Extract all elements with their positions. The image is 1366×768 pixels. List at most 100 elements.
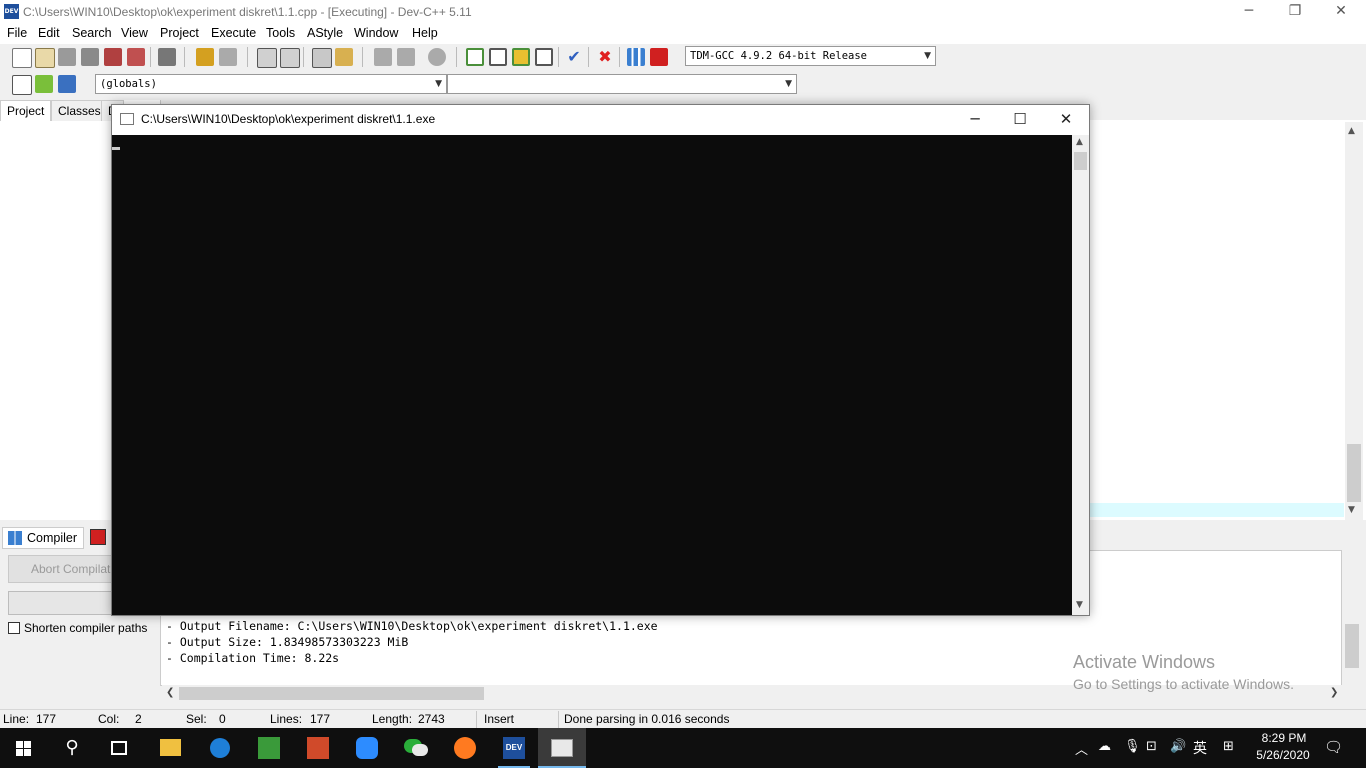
menu-tools[interactable]: Tools	[266, 26, 295, 40]
devcpp-taskbar-icon[interactable]: DEV	[490, 728, 538, 768]
minimize-button[interactable]: ─	[1226, 0, 1272, 24]
console-output[interactable]	[112, 135, 1072, 615]
ime-language[interactable]: 英	[1193, 738, 1207, 758]
compile-icon[interactable]	[374, 48, 392, 66]
console-minimize-button[interactable]: ─	[952, 105, 998, 135]
undo-icon[interactable]	[196, 48, 214, 66]
grid-icon[interactable]	[535, 48, 553, 66]
menu-edit[interactable]: Edit	[38, 26, 60, 40]
powerpoint-icon[interactable]	[294, 728, 342, 768]
resources-icon[interactable]	[90, 529, 106, 545]
stop-icon[interactable]: ✖	[596, 48, 614, 66]
notifications-icon[interactable]: 🗨	[1324, 738, 1343, 756]
tab-classes[interactable]: Classes	[51, 100, 108, 121]
goto-line-icon[interactable]	[428, 48, 446, 66]
start-button[interactable]	[0, 728, 48, 768]
compiler-select[interactable]: TDM-GCC 4.9.2 64-bit Release ▼	[685, 46, 936, 66]
menu-project[interactable]: Project	[160, 26, 199, 40]
menu-window[interactable]: Window	[354, 26, 398, 40]
menu-help[interactable]: Help	[412, 26, 438, 40]
scroll-down-icon[interactable]: ▼	[1348, 505, 1355, 515]
onedrive-icon[interactable]: ☁	[1098, 739, 1111, 754]
redo-icon[interactable]	[219, 48, 237, 66]
console-close-button[interactable]: ✕	[1043, 105, 1089, 135]
console-window[interactable]: C:\Users\WIN10\Desktop\ok\experiment dis…	[111, 104, 1090, 616]
save-icon[interactable]	[58, 48, 76, 66]
find-icon[interactable]	[257, 48, 277, 68]
toolbar-divider	[558, 47, 559, 67]
status-col-value: 2	[135, 712, 142, 726]
search-icon[interactable]: ⚲	[48, 728, 96, 768]
console-taskbar-icon[interactable]	[538, 728, 586, 768]
tab-project[interactable]: Project	[0, 100, 52, 121]
shorten-paths-label: Shorten compiler paths	[24, 621, 148, 635]
menu-search[interactable]: Search	[72, 26, 112, 40]
scope-select-value: (globals)	[100, 78, 157, 90]
menu-execute[interactable]: Execute	[211, 26, 256, 40]
unindent-icon[interactable]	[335, 48, 353, 66]
open-file-icon[interactable]	[35, 48, 55, 68]
project-options-icon[interactable]	[58, 75, 76, 93]
scope-select[interactable]: (globals) ▼	[95, 74, 447, 94]
status-col-label: Col:	[98, 712, 120, 726]
status-length-value: 2743	[418, 712, 445, 726]
toolbar-divider	[184, 47, 185, 67]
shorten-paths-checkbox[interactable]	[8, 622, 20, 634]
replace-icon[interactable]	[280, 48, 300, 68]
log-vscroll-thumb[interactable]	[1345, 624, 1359, 668]
console-scrollbar-thumb[interactable]	[1074, 152, 1087, 170]
close-button[interactable]: ✕	[1318, 0, 1364, 24]
menu-file[interactable]: File	[7, 26, 27, 40]
function-select[interactable]: ▼	[447, 74, 797, 94]
rebuild-icon[interactable]	[489, 48, 507, 66]
tab-compiler-label: Compiler	[27, 531, 78, 545]
scroll-right-icon[interactable]: ❯	[1330, 687, 1338, 698]
save-all-icon[interactable]	[81, 48, 99, 66]
wechat-icon[interactable]	[392, 728, 440, 768]
editor-scrollbar-thumb[interactable]	[1347, 444, 1361, 502]
clock-time[interactable]: 8:29 PM	[1256, 731, 1312, 745]
close-file-icon[interactable]	[104, 48, 122, 66]
run-icon[interactable]	[397, 48, 415, 66]
chevron-up-icon[interactable]: ︿	[1075, 739, 1088, 758]
microphone-icon[interactable]: 🎙	[1124, 739, 1141, 754]
scroll-left-icon[interactable]: ❮	[166, 687, 174, 698]
taskbar: ⚲ DEV ︿ ☁ 🎙 ⊡ 🔊 英 ⊞ 8:29 PM 5/26/2020 🗨	[0, 728, 1366, 768]
compiler-grid-icon	[8, 531, 22, 545]
window-title: C:\Users\WIN10\Desktop\ok\experiment dis…	[23, 5, 472, 19]
scroll-up-icon[interactable]: ▲	[1348, 126, 1355, 136]
firefox-icon[interactable]	[441, 728, 489, 768]
remove-from-project-icon[interactable]	[35, 75, 53, 93]
close-all-icon[interactable]	[127, 48, 145, 66]
status-sel-value: 0	[219, 712, 226, 726]
network-icon[interactable]: ⊡	[1146, 739, 1157, 754]
scroll-up-icon[interactable]: ▲	[1076, 137, 1083, 147]
log-hscroll-thumb[interactable]	[179, 687, 484, 700]
add-to-project-icon[interactable]	[12, 75, 32, 95]
volume-icon[interactable]: 🔊	[1170, 739, 1186, 754]
task-view-icon[interactable]	[96, 728, 144, 768]
toolbar-divider	[362, 47, 363, 67]
print-icon[interactable]	[158, 48, 176, 66]
file-explorer-icon[interactable]	[146, 728, 194, 768]
menu-astyle[interactable]: AStyle	[307, 26, 343, 40]
debug-icon[interactable]	[512, 48, 530, 66]
restore-button[interactable]: ❐	[1272, 0, 1318, 24]
translator-icon[interactable]	[245, 728, 293, 768]
clock-date[interactable]: 5/26/2020	[1250, 748, 1316, 762]
compile-run-icon[interactable]	[466, 48, 484, 66]
scroll-down-icon[interactable]: ▼	[1076, 600, 1083, 610]
new-file-icon[interactable]	[12, 48, 32, 68]
menu-view[interactable]: View	[121, 26, 148, 40]
edge-icon[interactable]	[196, 728, 244, 768]
log-line: - Compilation Time: 8.22s	[166, 651, 340, 665]
console-scrollbar[interactable]: ▲ ▼	[1072, 135, 1089, 615]
indent-icon[interactable]	[312, 48, 332, 68]
keyboard-layout-icon[interactable]: ⊞	[1223, 739, 1234, 754]
log-line: - Output Filename: C:\Users\WIN10\Deskto…	[166, 619, 658, 633]
syntax-check-icon[interactable]: ✔	[565, 48, 583, 66]
console-maximize-button[interactable]: ☐	[997, 105, 1043, 135]
zoom-icon[interactable]	[343, 728, 391, 768]
chart-icon[interactable]	[627, 48, 645, 66]
profile-icon[interactable]	[650, 48, 668, 66]
